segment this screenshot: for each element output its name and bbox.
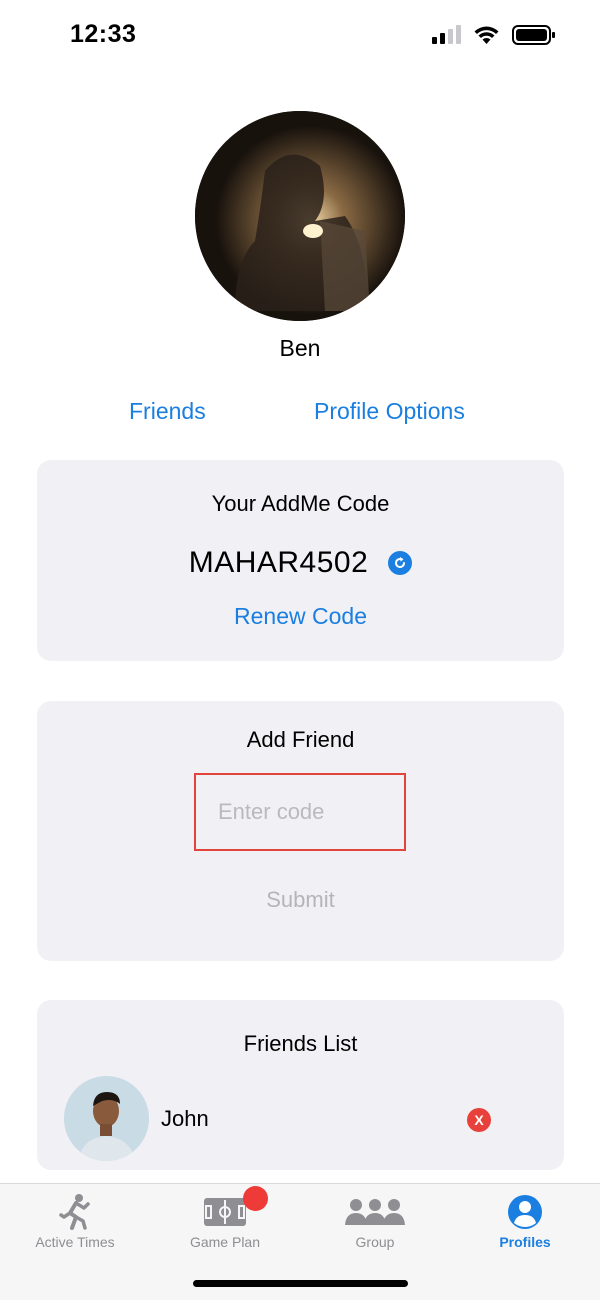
group-icon (300, 1192, 450, 1232)
battery-icon (512, 25, 555, 45)
status-icons (431, 24, 556, 46)
addme-code-card: Your AddMe Code MAHAR4502 Renew Code (37, 460, 564, 661)
submit-button[interactable]: Submit (37, 887, 564, 913)
addme-code-value: MAHAR4502 (188, 546, 369, 579)
home-indicator (193, 1280, 408, 1287)
profile-avatar-image (195, 111, 405, 321)
profile-avatar[interactable] (195, 111, 405, 321)
tab-active-times[interactable]: Active Times (0, 1184, 150, 1264)
friends-list-title: Friends List (243, 1031, 358, 1056)
addme-code-title: Your AddMe Code (211, 491, 390, 516)
tab-label: Profiles (499, 1234, 551, 1250)
renew-code-button[interactable]: Renew Code (37, 603, 564, 630)
profile-options-link[interactable]: Profile Options (314, 398, 465, 425)
add-friend-title: Add Friend (246, 727, 355, 752)
friend-name: John (161, 1106, 209, 1131)
add-friend-card: Add Friend Submit (37, 701, 564, 961)
tab-label: Active Times (35, 1234, 115, 1250)
friends-list-card: Friends List John X (37, 1000, 564, 1170)
refresh-icon[interactable] (388, 551, 413, 575)
profile-name: Ben (279, 335, 321, 361)
field-plan-icon (150, 1192, 300, 1232)
list-item[interactable]: John X (64, 1076, 534, 1162)
profile-icon (450, 1192, 600, 1232)
status-bar: 12:33 (0, 0, 600, 72)
addme-code-row: MAHAR4502 (37, 546, 564, 580)
friend-code-input[interactable] (194, 773, 406, 851)
running-person-icon (0, 1192, 150, 1232)
tab-game-plan[interactable]: Game Plan (150, 1184, 300, 1264)
tab-group[interactable]: Group (300, 1184, 450, 1264)
remove-friend-button[interactable]: X (467, 1108, 491, 1132)
wifi-icon (474, 26, 499, 44)
tab-label: Game Plan (189, 1234, 261, 1250)
friend-avatar (64, 1076, 149, 1161)
cellular-signal-icon (432, 25, 461, 44)
tab-profiles[interactable]: Profiles (450, 1184, 600, 1264)
status-time: 12:33 (70, 20, 137, 48)
notification-badge (243, 1186, 268, 1211)
tab-label: Group (355, 1234, 395, 1250)
friends-link[interactable]: Friends (129, 398, 206, 425)
